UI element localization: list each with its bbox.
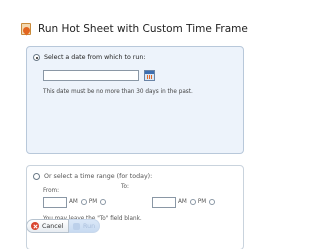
date-option-panel: Select a date from which to run: This da…	[26, 46, 244, 154]
from-pm-radio[interactable]	[80, 199, 87, 205]
range-option-radio-row[interactable]: Or select a time range (for today):	[33, 173, 152, 180]
to-pm-label: PM	[197, 199, 207, 205]
to-time-input[interactable]	[152, 197, 176, 208]
to-ampm-group: AM PM	[178, 199, 217, 205]
date-option-radio[interactable]	[33, 54, 40, 61]
cancel-button-label: Cancel	[42, 222, 64, 230]
run-button-label: Run	[83, 222, 96, 230]
hot-sheet-icon	[20, 23, 33, 36]
dialog-header: Run Hot Sheet with Custom Time Frame	[20, 21, 248, 37]
from-ampm-group: AM PM	[69, 199, 108, 205]
run-icon	[73, 222, 80, 230]
range-option-panel: Or select a time range (for today): From…	[26, 165, 244, 249]
from-label: From:	[43, 188, 60, 194]
from-pm-label: PM	[88, 199, 98, 205]
date-option-radio-row[interactable]: Select a date from which to run:	[33, 54, 146, 61]
to-label: To:	[121, 184, 129, 190]
range-option-label: Or select a time range (for today):	[44, 173, 153, 180]
to-pm-radio-2[interactable]	[209, 199, 216, 205]
to-am-label: AM	[178, 199, 187, 205]
from-time-input[interactable]	[43, 197, 67, 208]
date-hint: This date must be no more than 30 days i…	[43, 89, 193, 95]
from-am-label: AM	[69, 199, 78, 205]
run-button[interactable]: Run	[69, 219, 100, 233]
cancel-icon	[31, 222, 39, 230]
range-option-radio[interactable]	[33, 173, 40, 180]
date-input[interactable]	[43, 70, 139, 81]
cancel-button[interactable]: Cancel	[26, 219, 69, 233]
dialog-title: Run Hot Sheet with Custom Time Frame	[38, 23, 248, 35]
date-option-label: Select a date from which to run:	[44, 54, 146, 61]
to-pm-radio[interactable]	[189, 199, 196, 205]
button-row: Cancel Run	[26, 219, 100, 233]
calendar-icon[interactable]	[144, 70, 155, 81]
from-pm-radio-2[interactable]	[100, 199, 107, 205]
